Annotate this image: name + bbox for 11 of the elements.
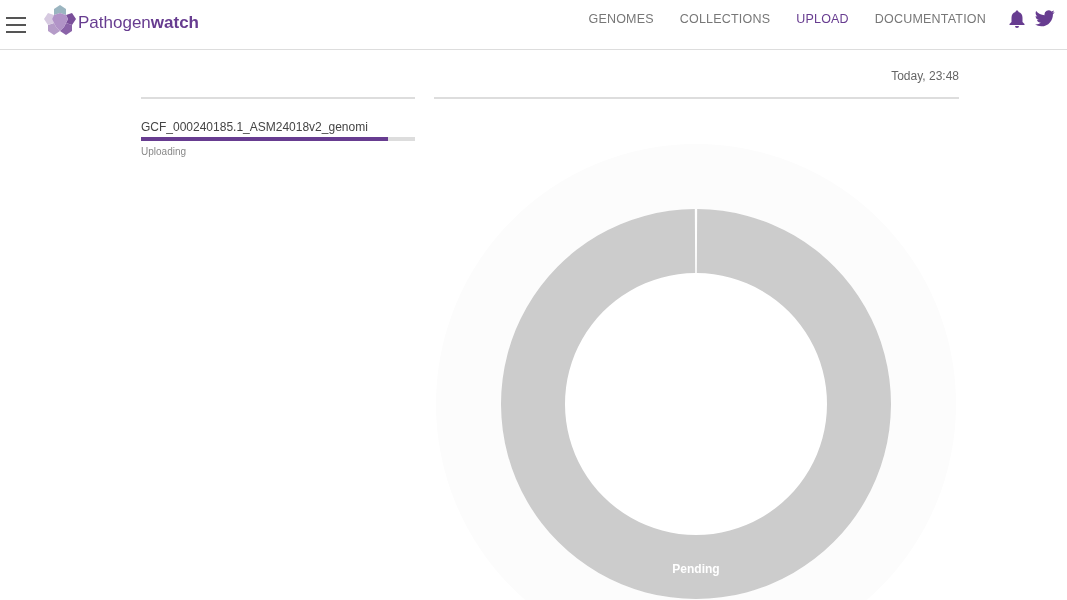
upload-status: Uploading <box>141 146 187 157</box>
timestamp: Today, 23:48 <box>891 69 959 83</box>
nav-link[interactable]: DOCUMENTATION <box>861 11 999 26</box>
nav-link[interactable]: GENOMES <box>575 11 667 26</box>
logo-text: Pathogenwatch <box>78 12 199 33</box>
bell-icon[interactable] <box>1009 9 1025 28</box>
nav-link[interactable]: COLLECTIONS <box>666 11 784 26</box>
nav-link[interactable]: UPLOAD <box>783 11 862 26</box>
file-name: GCF_000240185.1_ASM24018v2_genomi <box>141 120 368 134</box>
menu-icon[interactable] <box>6 16 26 33</box>
bird-icon[interactable] <box>1035 10 1055 27</box>
